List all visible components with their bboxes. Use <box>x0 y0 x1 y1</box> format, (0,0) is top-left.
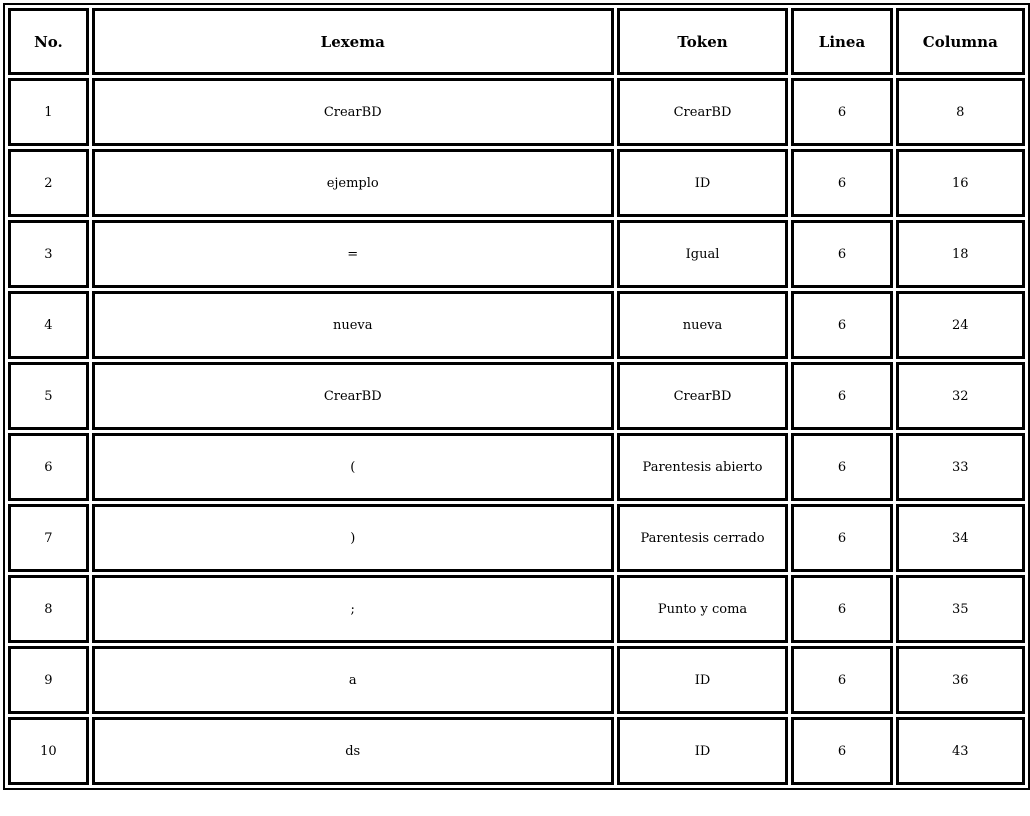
cell-no: 1 <box>8 78 89 146</box>
table-body: 1 CrearBD CrearBD 6 8 2 ejemplo ID 6 16 3 = Igual 6 18… <box>8 78 1025 785</box>
cell-token: Parentesis cerrado <box>616 504 789 572</box>
cell-lexema: nueva <box>91 291 614 359</box>
table-header: No. Lexema Token Linea Columna <box>8 8 1025 75</box>
cell-lexema: ) <box>91 504 614 572</box>
table-row: 7) Parentesis cerrado 6 34 <box>8 504 1025 572</box>
cell-token: CrearBD <box>616 362 789 430</box>
cell-token: ID <box>616 717 789 785</box>
header-token: Token <box>616 8 789 75</box>
table-row: 10 ds ID 6 43 <box>8 717 1025 785</box>
cell-token: nueva <box>616 291 789 359</box>
cell-lexema: CrearBD <box>91 362 614 430</box>
cell-no: 7 <box>8 504 89 572</box>
page: No. Lexema Token Linea Columna 1 CrearBD C… <box>0 0 1030 816</box>
cell-linea: 6 <box>791 149 893 217</box>
cell-no: 2 <box>8 149 89 217</box>
cell-columna: 34 <box>895 504 1025 572</box>
cell-columna: 16 <box>895 149 1025 217</box>
cell-linea: 6 <box>791 717 893 785</box>
cell-no: 10 <box>8 717 89 785</box>
header-no: No. <box>8 8 89 75</box>
cell-lexema: CrearBD <box>91 78 614 146</box>
cell-token: Igual <box>616 220 789 288</box>
cell-linea: 6 <box>791 575 893 643</box>
cell-columna: 35 <box>895 575 1025 643</box>
cell-linea: 6 <box>791 504 893 572</box>
cell-linea: 6 <box>791 78 893 146</box>
cell-no: 3 <box>8 220 89 288</box>
cell-lexema: ds <box>91 717 614 785</box>
cell-linea: 6 <box>791 220 893 288</box>
header-row: No. Lexema Token Linea Columna <box>8 8 1025 75</box>
cell-columna: 32 <box>895 362 1025 430</box>
cell-token: ID <box>616 646 789 714</box>
cell-no: 4 <box>8 291 89 359</box>
cell-linea: 6 <box>791 433 893 501</box>
cell-lexema: ejemplo <box>91 149 614 217</box>
cell-columna: 8 <box>895 78 1025 146</box>
header-lexema: Lexema <box>91 8 614 75</box>
cell-linea: 6 <box>791 362 893 430</box>
cell-no: 6 <box>8 433 89 501</box>
cell-lexema: ( <box>91 433 614 501</box>
cell-token: CrearBD <box>616 78 789 146</box>
cell-token: ID <box>616 149 789 217</box>
table-row: 8; Punto y coma 6 35 <box>8 575 1025 643</box>
table-row: 6(Parentesis abierto 6 33 <box>8 433 1025 501</box>
table-row: 9 a ID 6 36 <box>8 646 1025 714</box>
cell-no: 8 <box>8 575 89 643</box>
cell-columna: 36 <box>895 646 1025 714</box>
cell-columna: 43 <box>895 717 1025 785</box>
table-row: 2 ejemplo ID 6 16 <box>8 149 1025 217</box>
cell-token: Parentesis abierto <box>616 433 789 501</box>
cell-linea: 6 <box>791 291 893 359</box>
cell-lexema: ; <box>91 575 614 643</box>
cell-lexema: = <box>91 220 614 288</box>
header-linea: Linea <box>791 8 893 75</box>
token-table: No. Lexema Token Linea Columna 1 CrearBD C… <box>3 3 1030 790</box>
cell-lexema: a <box>91 646 614 714</box>
cell-no: 5 <box>8 362 89 430</box>
cell-token: Punto y coma <box>616 575 789 643</box>
cell-columna: 18 <box>895 220 1025 288</box>
cell-no: 9 <box>8 646 89 714</box>
table-row: 3 = Igual 6 18 <box>8 220 1025 288</box>
table-row: 5 CrearBD CrearBD 6 32 <box>8 362 1025 430</box>
cell-columna: 33 <box>895 433 1025 501</box>
table-row: 1 CrearBD CrearBD 6 8 <box>8 78 1025 146</box>
table-row: 4 nueva nueva 6 24 <box>8 291 1025 359</box>
header-columna: Columna <box>895 8 1025 75</box>
cell-linea: 6 <box>791 646 893 714</box>
cell-columna: 24 <box>895 291 1025 359</box>
